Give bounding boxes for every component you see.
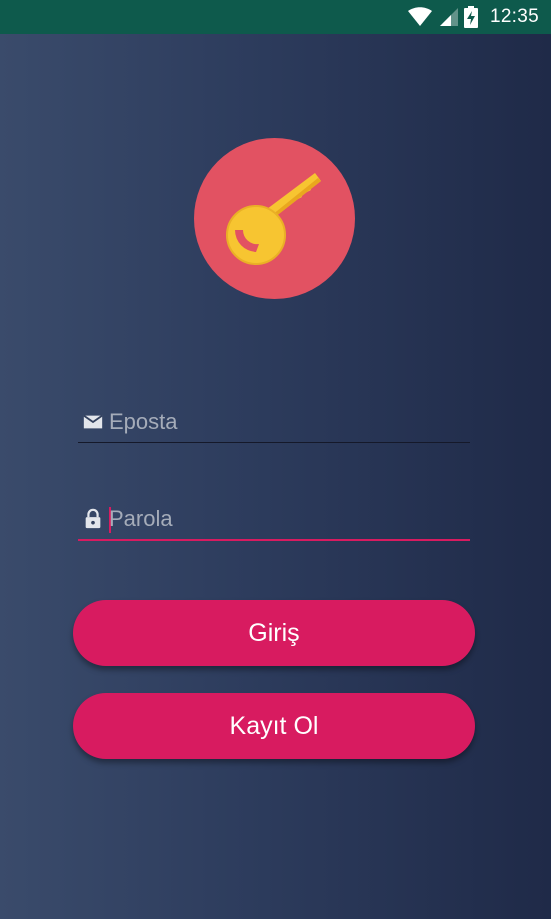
status-icons: 12:35 (407, 0, 539, 34)
mail-icon (83, 414, 103, 429)
signal-icon (439, 8, 458, 26)
register-button[interactable]: Kayıt Ol (73, 693, 475, 759)
battery-charging-icon (463, 6, 478, 28)
lock-icon (85, 508, 101, 529)
password-field[interactable] (78, 499, 470, 541)
login-screen: 12:35 Eposta Giriş Kayıt Ol (0, 0, 551, 919)
password-input[interactable] (109, 503, 459, 535)
status-time: 12:35 (489, 6, 539, 27)
login-button[interactable]: Giriş (73, 600, 475, 666)
email-field[interactable] (78, 402, 470, 443)
status-bar: 12:35 (0, 0, 551, 34)
email-input[interactable] (109, 406, 459, 438)
app-logo (194, 138, 355, 299)
key-icon (226, 173, 321, 265)
wifi-icon (407, 7, 432, 26)
